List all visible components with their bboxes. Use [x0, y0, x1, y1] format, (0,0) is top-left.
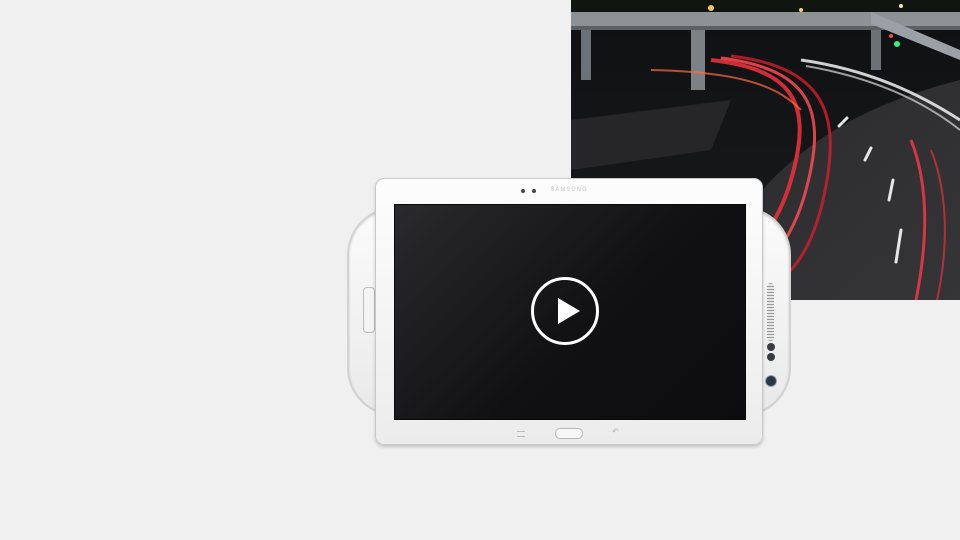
home-key-icon: [555, 428, 583, 439]
light-sensor-icon: [767, 353, 775, 361]
play-icon: [558, 298, 580, 324]
camera-icon: [765, 375, 777, 387]
play-button[interactable]: [531, 277, 599, 345]
video-screen[interactable]: [394, 204, 746, 420]
phone-home-key-icon: [363, 287, 375, 333]
brand-logo: SAMSUNG: [550, 187, 588, 193]
tablet: SAMSUNG ↶: [375, 178, 763, 445]
back-icon: ↶: [612, 427, 619, 436]
menu-icon: [517, 431, 525, 437]
proximity-sensor-icon: [767, 343, 775, 351]
speaker-grill-icon: [767, 283, 774, 341]
stage: SAMSUNG ↶: [0, 0, 960, 540]
